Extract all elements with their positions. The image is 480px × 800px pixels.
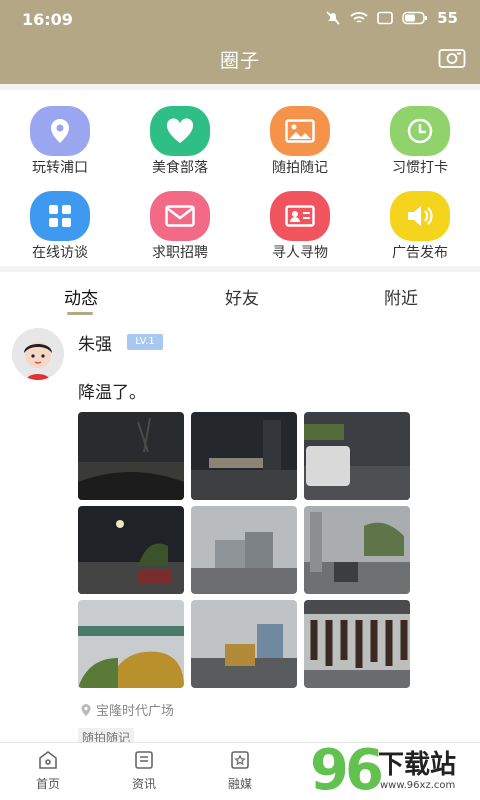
post-photo[interactable] (304, 412, 410, 500)
watermark-logo: 96 下载站 www.96xz.com (308, 738, 480, 800)
screen-icon (377, 11, 393, 25)
watermark-url: www.96xz.com (380, 780, 456, 791)
avatar-illustration (12, 328, 64, 380)
battery-level: 55 (437, 9, 458, 27)
status-bar: 16:09 55 (0, 0, 480, 38)
category-wanzhuan-pukou[interactable]: 玩转浦口 (0, 96, 120, 180)
category-grid: 玩转浦口 美食部落 随拍随记 习惯打卡 在线访谈 求职招聘 寻人寻物 广告发布 (0, 90, 480, 266)
battery-icon (402, 11, 428, 25)
picture-icon (270, 106, 330, 156)
page-title: 圈子 (219, 50, 260, 72)
watermark-text: 下载站 (378, 750, 457, 780)
location-text: 宝隆时代广场 (96, 704, 175, 719)
home-icon (39, 751, 57, 769)
mail-icon (150, 191, 210, 241)
category-label: 美食部落 (152, 160, 208, 176)
category-qiuzhi-zhaopin[interactable]: 求职招聘 (120, 181, 240, 265)
category-xunren-xunwu[interactable]: 寻人寻物 (240, 181, 360, 265)
author-name[interactable]: 朱强 (78, 330, 112, 355)
category-guanggao-fabu[interactable]: 广告发布 (360, 181, 480, 265)
post-photo[interactable] (304, 600, 410, 688)
category-label: 玩转浦口 (32, 160, 88, 176)
id-card-icon (270, 191, 330, 241)
post-photo[interactable] (191, 412, 297, 500)
media-icon (231, 751, 249, 769)
app-header: 16:09 55 圈子 (0, 0, 480, 84)
nav-label: 首页 (35, 777, 60, 791)
post-photo[interactable] (191, 506, 297, 594)
speaker-icon (390, 191, 450, 241)
feed-panel: 动态 好友 附近 朱强 LV.1 降温了。 宝隆时代广场 随拍随记 (0, 272, 480, 748)
nav-news[interactable]: 资讯 (96, 749, 192, 792)
news-icon (135, 751, 153, 769)
tab-dongtai[interactable]: 动态 (21, 284, 141, 309)
heart-icon (150, 106, 210, 156)
clock-icon (390, 106, 450, 156)
nav-label: 资讯 (131, 777, 156, 791)
tab-haoyou[interactable]: 好友 (182, 284, 302, 309)
location-pin-icon (30, 106, 90, 156)
camera-icon (438, 49, 466, 68)
category-suipai-suiji[interactable]: 随拍随记 (240, 96, 360, 180)
post-location[interactable]: 宝隆时代广场 (80, 700, 174, 719)
nav-label: 融媒 (227, 777, 252, 791)
post-text: 降温了。 (78, 383, 146, 403)
camera-button[interactable] (438, 46, 466, 70)
post-photo[interactable] (78, 412, 184, 500)
level-badge: LV.1 (127, 334, 163, 350)
category-label: 求职招聘 (152, 245, 208, 261)
watermark-number: 96 (310, 738, 384, 800)
tab-fujin[interactable]: 附近 (341, 284, 461, 309)
category-label: 广告发布 (392, 245, 448, 261)
mute-icon (326, 11, 340, 25)
nav-media[interactable]: 融媒 (192, 749, 288, 792)
post-photo[interactable] (191, 600, 297, 688)
category-label: 随拍随记 (272, 160, 328, 176)
post-photo[interactable] (304, 506, 410, 594)
category-meishi-buluo[interactable]: 美食部落 (120, 96, 240, 180)
avatar[interactable] (12, 328, 64, 380)
location-icon (81, 703, 91, 716)
category-label: 习惯打卡 (392, 160, 448, 176)
active-tab-indicator (67, 312, 93, 315)
grid-icon (30, 191, 90, 241)
nav-home[interactable]: 首页 (0, 749, 96, 792)
title-row: 圈子 (0, 38, 480, 80)
status-time: 16:09 (22, 10, 73, 29)
post-photo[interactable] (78, 600, 184, 688)
category-label: 在线访谈 (32, 245, 88, 261)
category-xiguan-daka[interactable]: 习惯打卡 (360, 96, 480, 180)
post-photo[interactable] (78, 506, 184, 594)
category-zaixian-fangtan[interactable]: 在线访谈 (0, 181, 120, 265)
status-icons: 55 (325, 9, 458, 27)
feed-tabs: 动态 好友 附近 (0, 272, 480, 318)
category-label: 寻人寻物 (272, 245, 328, 261)
wifi-icon (350, 12, 368, 23)
